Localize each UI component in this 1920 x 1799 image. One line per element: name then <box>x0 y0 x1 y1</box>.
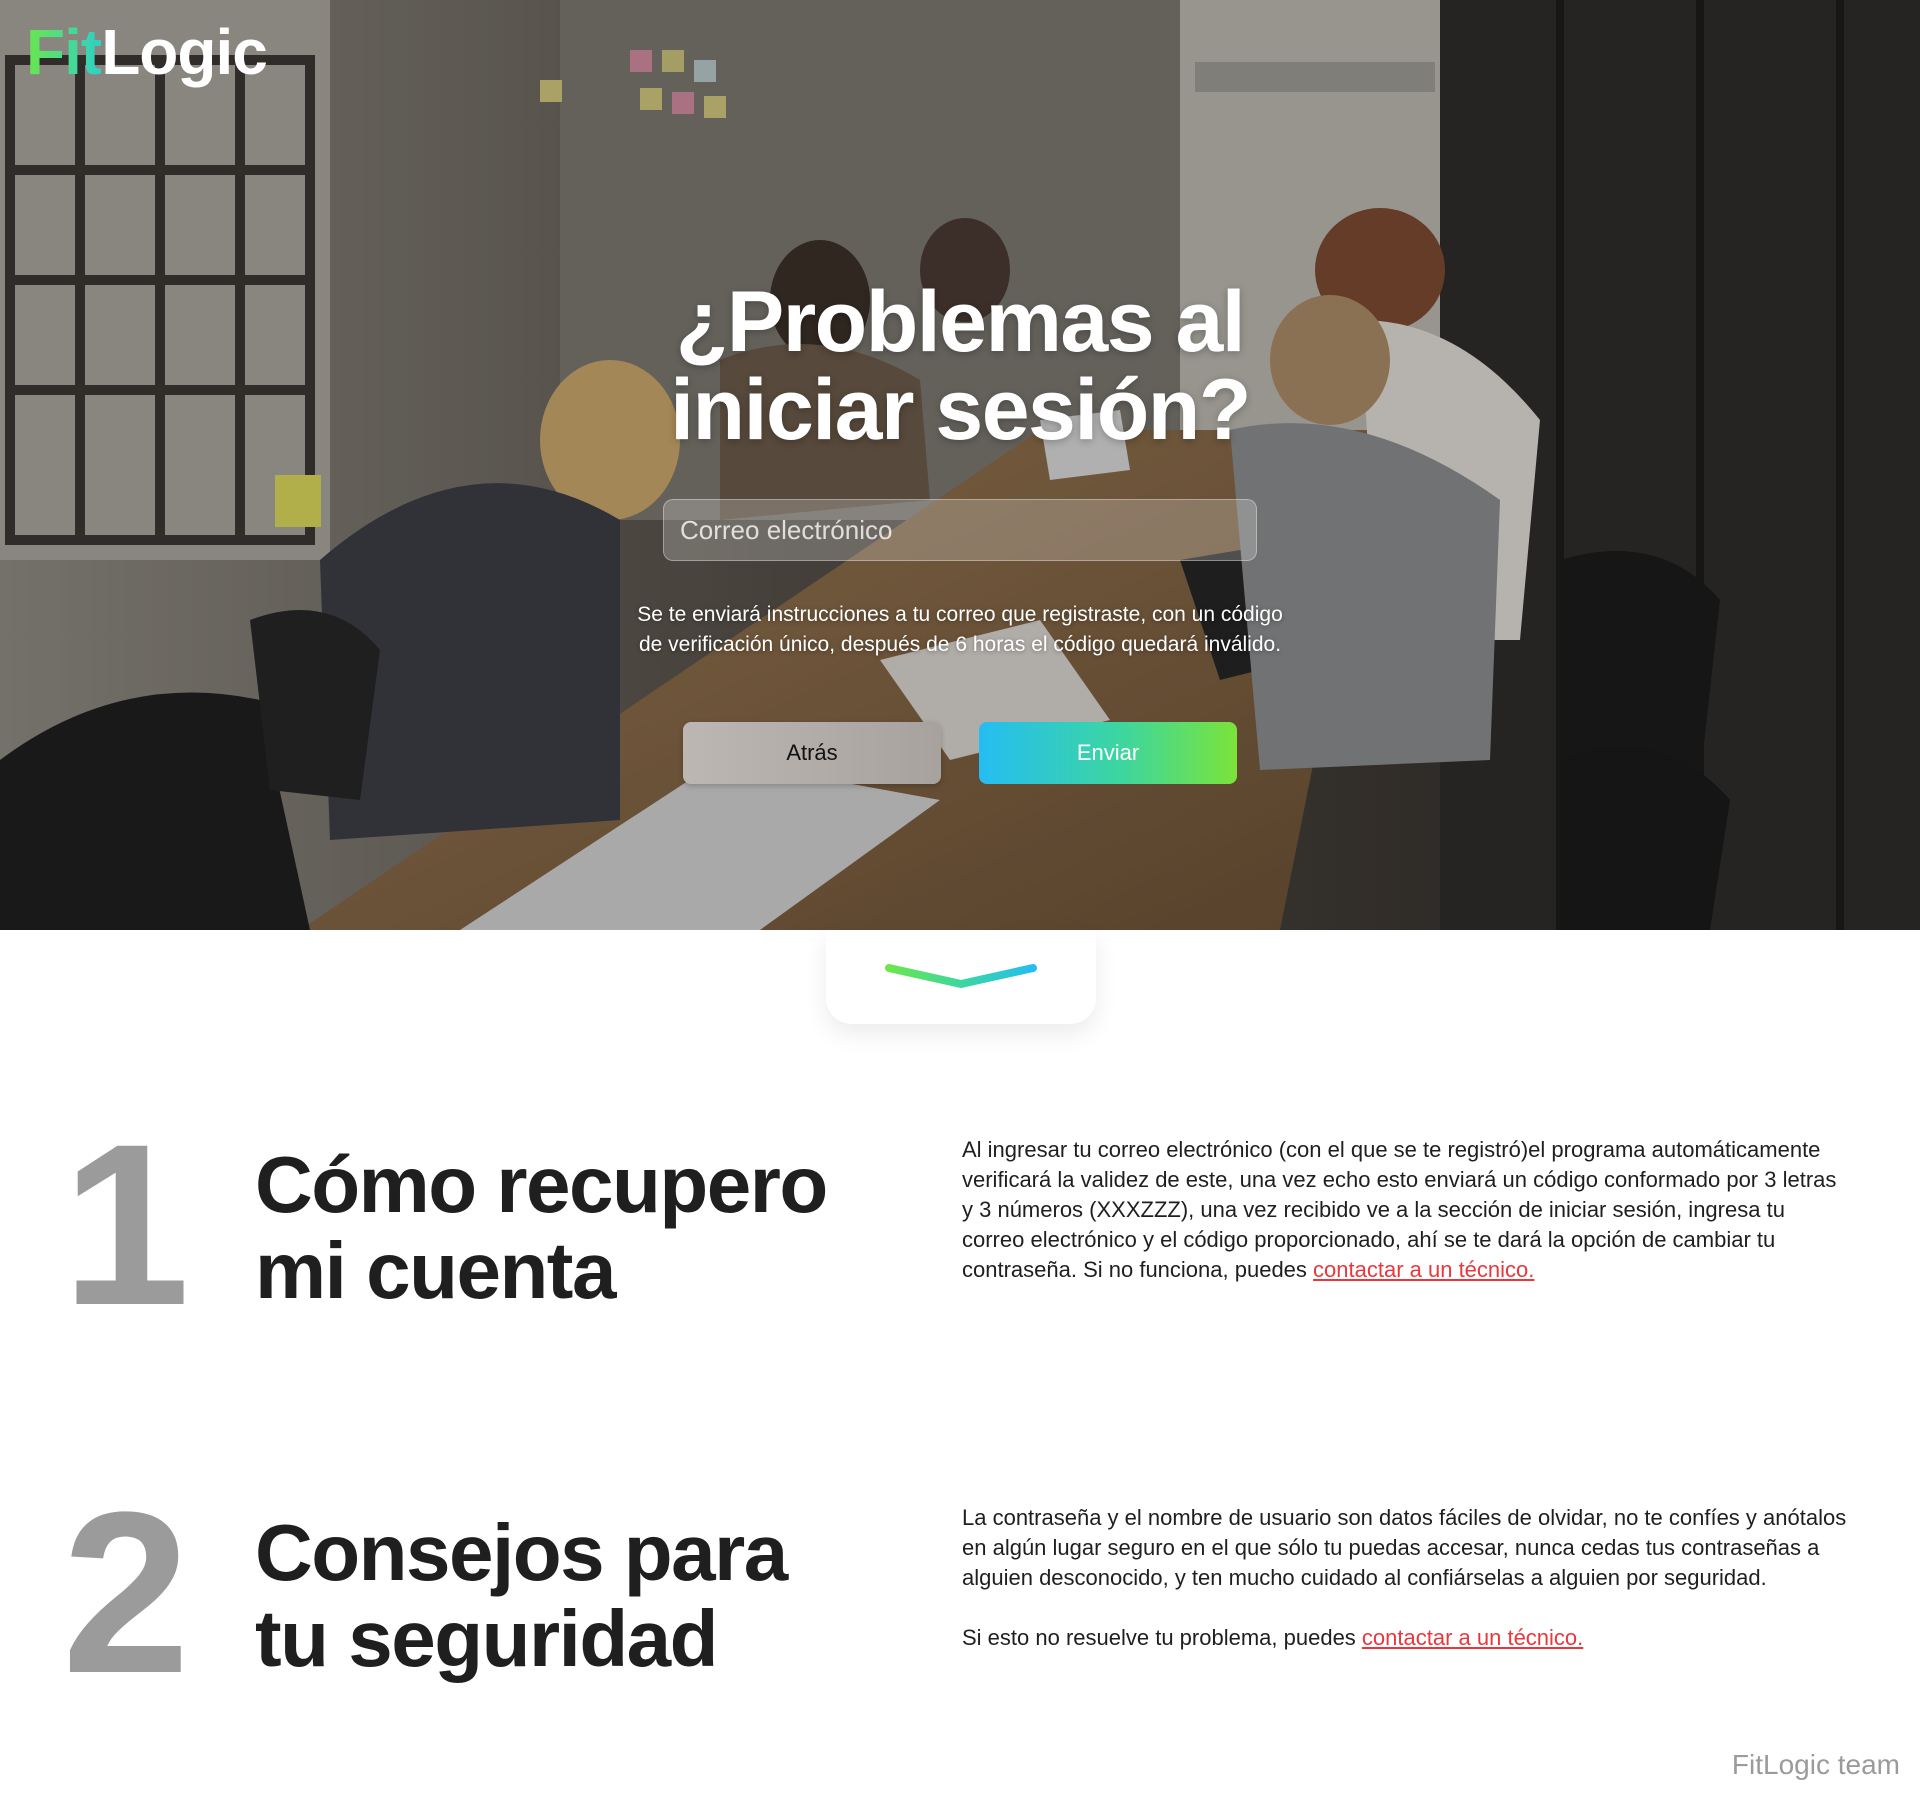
page: FitLogic ¿Problemas al iniciar sesión? S… <box>0 0 1920 1799</box>
section-body-1-paragraph: Al ingresar tu correo electrónico (con e… <box>962 1135 1852 1285</box>
section-number-1: 1 <box>62 1096 190 1353</box>
page-title: ¿Problemas al iniciar sesión? <box>560 278 1360 454</box>
page-title-line2: iniciar sesión? <box>670 362 1251 458</box>
section-body-2: La contraseña y el nombre de usuario son… <box>962 1503 1852 1653</box>
chevron-down-icon <box>885 964 1037 988</box>
hero-overlay <box>0 0 1920 930</box>
instructions-text: Se te enviará instrucciones a tu correo … <box>637 603 1283 656</box>
section-heading-2-line2: tu seguridad <box>255 1594 719 1683</box>
send-button[interactable]: Enviar <box>979 722 1237 784</box>
email-input[interactable] <box>663 499 1257 561</box>
back-button[interactable]: Atrás <box>683 722 941 784</box>
logo-logic: Logic <box>101 16 268 88</box>
footer-signature: FitLogic team <box>1731 1749 1900 1780</box>
section-body-2-text2: Si esto no resuelve tu problema, puedes <box>962 1625 1362 1650</box>
logo-fit: Fit <box>26 16 102 88</box>
contact-technician-link-2[interactable]: contactar a un técnico. <box>1362 1625 1583 1650</box>
section-heading-1: Cómo recupero mi cuenta <box>255 1142 915 1314</box>
section-heading-2-line1: Consejos para <box>255 1508 788 1597</box>
section-body-1: Al ingresar tu correo electrónico (con e… <box>962 1135 1852 1285</box>
scroll-down-tab[interactable] <box>826 930 1096 1024</box>
hero-section: FitLogic ¿Problemas al iniciar sesión? S… <box>0 0 1920 930</box>
section-heading-2: Consejos para tu seguridad <box>255 1510 915 1682</box>
section-heading-1-line1: Cómo recupero <box>255 1140 828 1229</box>
page-title-line1: ¿Problemas al <box>675 274 1246 370</box>
section-body-2-paragraph2: Si esto no resuelve tu problema, puedes … <box>962 1623 1852 1653</box>
section-body-2-paragraph: La contraseña y el nombre de usuario son… <box>962 1505 1847 1590</box>
contact-technician-link[interactable]: contactar a un técnico. <box>1313 1257 1534 1282</box>
fitlogic-logo[interactable]: FitLogic <box>26 20 268 84</box>
section-number-2: 2 <box>62 1464 190 1721</box>
section-heading-1-line2: mi cuenta <box>255 1226 616 1315</box>
